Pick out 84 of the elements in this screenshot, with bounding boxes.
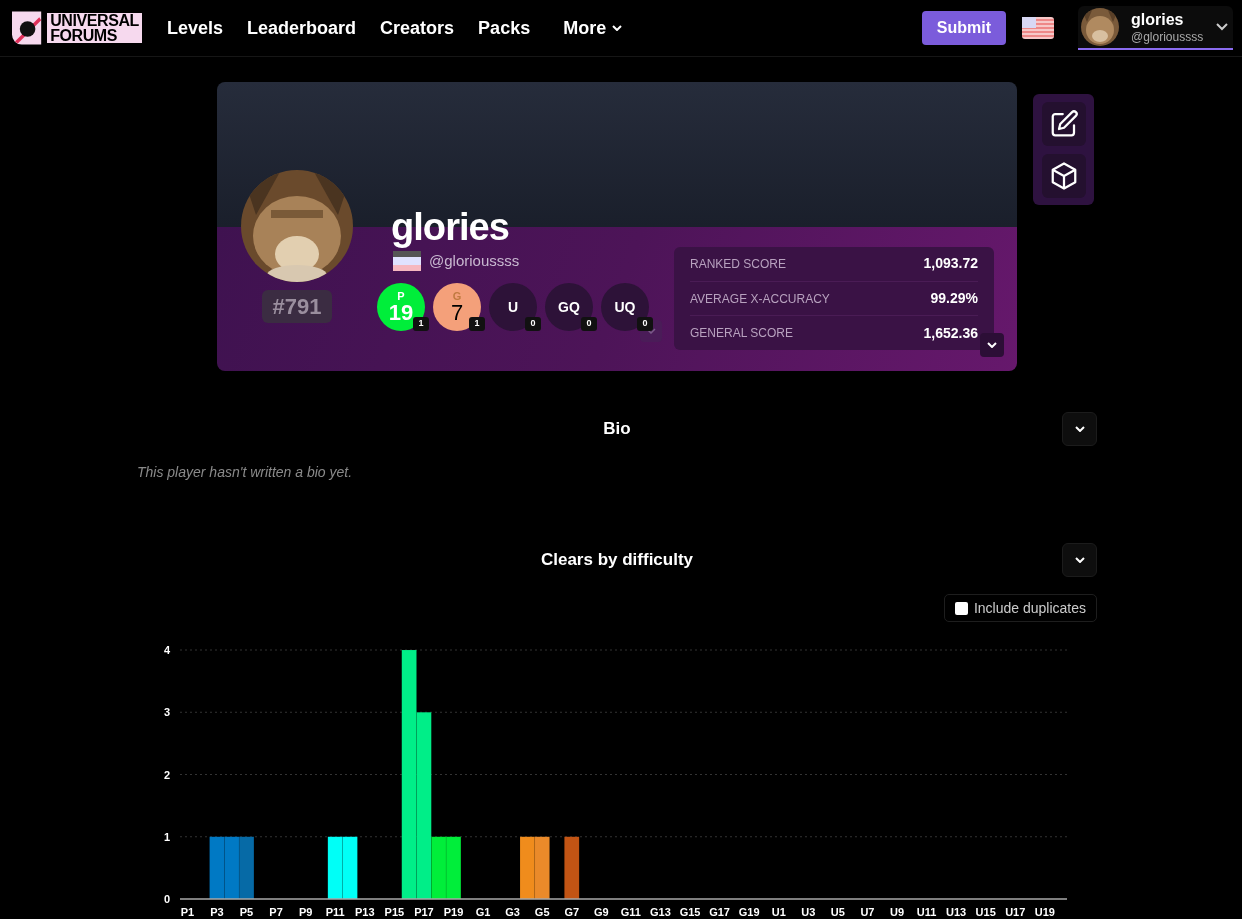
checkbox-label: Include duplicates <box>973 598 1086 618</box>
user-handle: @glorioussss <box>1131 29 1204 45</box>
axis-label: U9 <box>889 906 904 918</box>
axis-label: G15 <box>679 906 701 918</box>
axis-label: P17 <box>414 906 434 918</box>
stat-value: 1,093.72 <box>923 254 978 274</box>
stat-label: RANKED SCORE <box>690 255 787 273</box>
axis-label: G9 <box>594 906 609 918</box>
chevron-down-icon <box>987 342 997 348</box>
rank-label: #791 <box>262 290 332 323</box>
user-menu[interactable]: glories @glorioussss <box>1078 6 1233 50</box>
clear-count: 0 <box>581 317 597 331</box>
bio-text: This player hasn't written a bio yet. <box>137 463 354 482</box>
clear-count: 0 <box>637 317 653 331</box>
stat-label: AVERAGE X-ACCURACY <box>690 290 830 308</box>
stat-value: 1,652.36 <box>923 323 978 343</box>
chevron-down-icon <box>1074 557 1085 563</box>
axis-label: U13 <box>946 906 967 918</box>
clear-count: 0 <box>525 317 541 331</box>
logo-wordmark[interactable]: UNIVERSAL FORUMS <box>47 13 142 43</box>
nav-link[interactable]: More <box>563 14 623 42</box>
axis-label: P1 <box>180 906 195 918</box>
profile-handle: @glorioussss <box>429 251 520 271</box>
nav-link[interactable]: Packs <box>478 14 531 42</box>
clear-count: 1 <box>413 317 429 331</box>
axis-label: 3 <box>163 706 170 719</box>
axis-label: 0 <box>163 893 170 905</box>
clear-count: 1 <box>469 317 485 331</box>
badge-letter: GQ <box>558 297 580 317</box>
chevron-down-icon <box>1216 23 1228 31</box>
badge-letter: P <box>397 290 405 302</box>
axis-label: U11 <box>916 906 937 918</box>
axis-label: P5 <box>239 906 254 918</box>
badge-count: 19 <box>388 301 414 324</box>
flag-icon <box>393 251 421 272</box>
axis-label: G1 <box>475 906 491 918</box>
profile-name: glories <box>391 205 509 250</box>
axis-label: 1 <box>163 830 170 843</box>
section-title: Clears by difficulty <box>540 549 694 572</box>
section-title: Bio <box>603 418 631 441</box>
axis-label: 4 <box>163 644 170 656</box>
axis-label: G5 <box>534 906 550 918</box>
nav-link[interactable]: Leaderboard <box>247 14 357 42</box>
badge-letter: U <box>507 297 519 317</box>
stat-label: GENERAL SCORE <box>690 325 793 343</box>
axis-label: P9 <box>298 906 313 918</box>
nav-link[interactable]: Creators <box>380 14 455 42</box>
axis-label: G13 <box>650 906 671 918</box>
edit-button[interactable] <box>1041 101 1086 146</box>
chevron-down-icon <box>646 328 656 334</box>
axis-label: U5 <box>830 906 845 918</box>
axis-label: U7 <box>860 906 875 918</box>
nav-link[interactable]: Levels <box>167 14 224 42</box>
chevron-down-icon <box>1074 426 1085 432</box>
collapse-button[interactable] <box>1062 543 1097 577</box>
axis-label: G7 <box>564 906 580 918</box>
logo-icon <box>12 11 44 45</box>
axis-label: G3 <box>505 906 520 918</box>
axis-label: P7 <box>269 906 283 918</box>
badge-letter: UQ <box>614 297 636 317</box>
axis-label: P13 <box>355 906 375 918</box>
axis-label: G11 <box>620 906 641 918</box>
axis-label: P3 <box>210 906 224 918</box>
badge-count: 7 <box>450 301 464 324</box>
checkbox[interactable] <box>954 601 968 615</box>
cube-button[interactable] <box>1041 153 1086 198</box>
axis-label: U19 <box>1034 906 1055 918</box>
axis-label: G17 <box>709 906 730 918</box>
axis-label: 2 <box>163 768 170 781</box>
axis-label: U1 <box>771 906 786 918</box>
stat-value: 99.29% <box>930 289 978 308</box>
user-name: glories <box>1131 9 1185 30</box>
axis-label: U17 <box>1005 906 1026 918</box>
axis-label: P19 <box>443 906 464 918</box>
axis-label: P15 <box>384 906 405 918</box>
include-duplicates-toggle[interactable]: Include duplicates <box>943 594 1097 622</box>
expand-button[interactable] <box>980 333 1004 357</box>
submit-button[interactable]: Submit <box>921 11 1006 45</box>
axis-label: G19 <box>738 906 760 918</box>
badge-letter: G <box>452 290 462 302</box>
axis-label: U15 <box>975 906 996 918</box>
axis-label: U3 <box>801 906 816 918</box>
collapse-button[interactable] <box>1062 412 1097 446</box>
axis-label: P11 <box>325 906 345 918</box>
